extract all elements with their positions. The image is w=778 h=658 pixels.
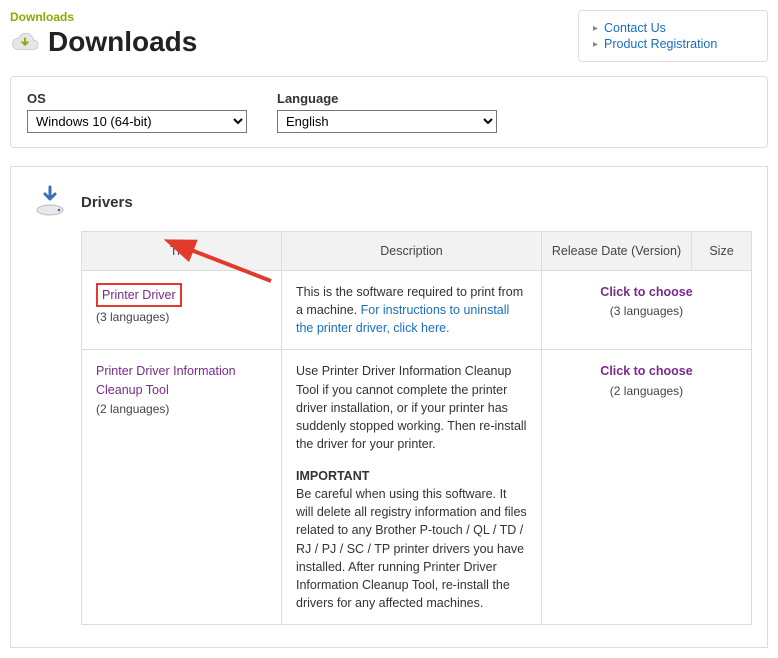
- languages-note: (2 languages): [96, 401, 267, 418]
- column-title: Title: [82, 232, 282, 271]
- caret-right-icon: ▸: [593, 39, 598, 50]
- languages-note: (3 languages): [96, 309, 267, 326]
- choose-languages-note: (3 languages): [556, 303, 737, 320]
- contact-us-link[interactable]: Contact Us: [604, 21, 666, 35]
- cleanup-tool-link[interactable]: Printer Driver Information Cleanup Tool: [96, 364, 236, 396]
- column-size: Size: [692, 232, 752, 271]
- table-row: Printer Driver (3 languages) This is the…: [82, 271, 752, 350]
- section-title: Drivers: [81, 194, 133, 211]
- drive-download-icon: [33, 185, 67, 219]
- os-select[interactable]: Windows 10 (64-bit): [27, 110, 247, 133]
- caret-right-icon: ▸: [593, 23, 598, 34]
- drivers-section: Drivers Title Description Release Date (…: [10, 166, 768, 648]
- column-description: Description: [282, 232, 542, 271]
- table-row: Printer Driver Information Cleanup Tool …: [82, 350, 752, 625]
- downloads-table: Title Description Release Date (Version)…: [81, 231, 752, 625]
- click-to-choose-link[interactable]: Click to choose: [556, 362, 737, 380]
- column-release-date: Release Date (Version): [542, 232, 692, 271]
- product-registration-link[interactable]: Product Registration: [604, 37, 717, 51]
- row-description: Use Printer Driver Information Cleanup T…: [296, 362, 527, 453]
- quick-links-box: ▸ Contact Us ▸ Product Registration: [578, 10, 768, 62]
- page-title: Downloads: [48, 26, 197, 58]
- language-select[interactable]: English: [277, 110, 497, 133]
- filter-panel: OS Windows 10 (64-bit) Language English: [10, 76, 768, 148]
- row-description-extra: Be careful when using this software. It …: [296, 485, 527, 612]
- breadcrumb: Downloads: [10, 10, 578, 24]
- choose-languages-note: (2 languages): [556, 383, 737, 400]
- important-label: IMPORTANT: [296, 467, 527, 485]
- language-label: Language: [277, 91, 497, 106]
- printer-driver-link[interactable]: Printer Driver: [96, 283, 182, 307]
- click-to-choose-link[interactable]: Click to choose: [556, 283, 737, 301]
- os-label: OS: [27, 91, 247, 106]
- cloud-download-icon: [10, 30, 40, 54]
